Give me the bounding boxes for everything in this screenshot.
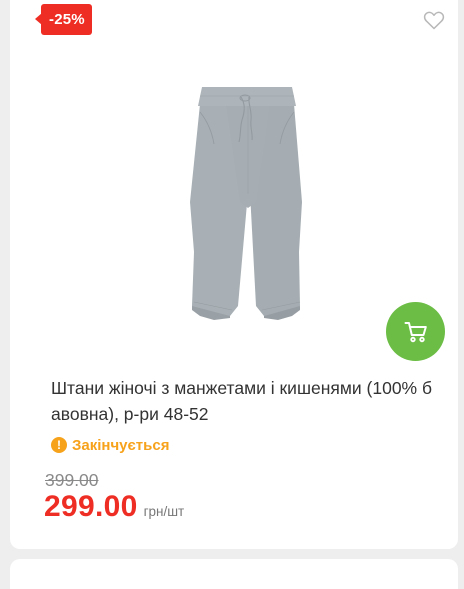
wishlist-button[interactable] [422,9,446,31]
shopping-cart-icon [404,321,427,342]
product-card[interactable]: -25% Штани жіночі з манжетами і кишенями… [10,0,458,549]
exclamation-circle-icon: ! [51,437,67,453]
product-image[interactable] [186,82,312,322]
stock-status: ! Закінчується [51,436,169,454]
add-to-cart-button[interactable] [386,302,445,361]
old-price: 399.00 [45,470,99,490]
price-unit: грн/шт [143,504,185,519]
price-row: 299.00 грн/шт [44,490,184,524]
current-price: 299.00 [44,490,138,523]
stock-status-text: Закінчується [72,436,170,454]
heart-outline-icon [423,11,445,30]
next-product-card[interactable] [10,559,458,589]
product-title[interactable]: Штани жіночі з манжетами і кишенями (100… [51,375,436,427]
discount-badge: -25% [35,4,92,35]
